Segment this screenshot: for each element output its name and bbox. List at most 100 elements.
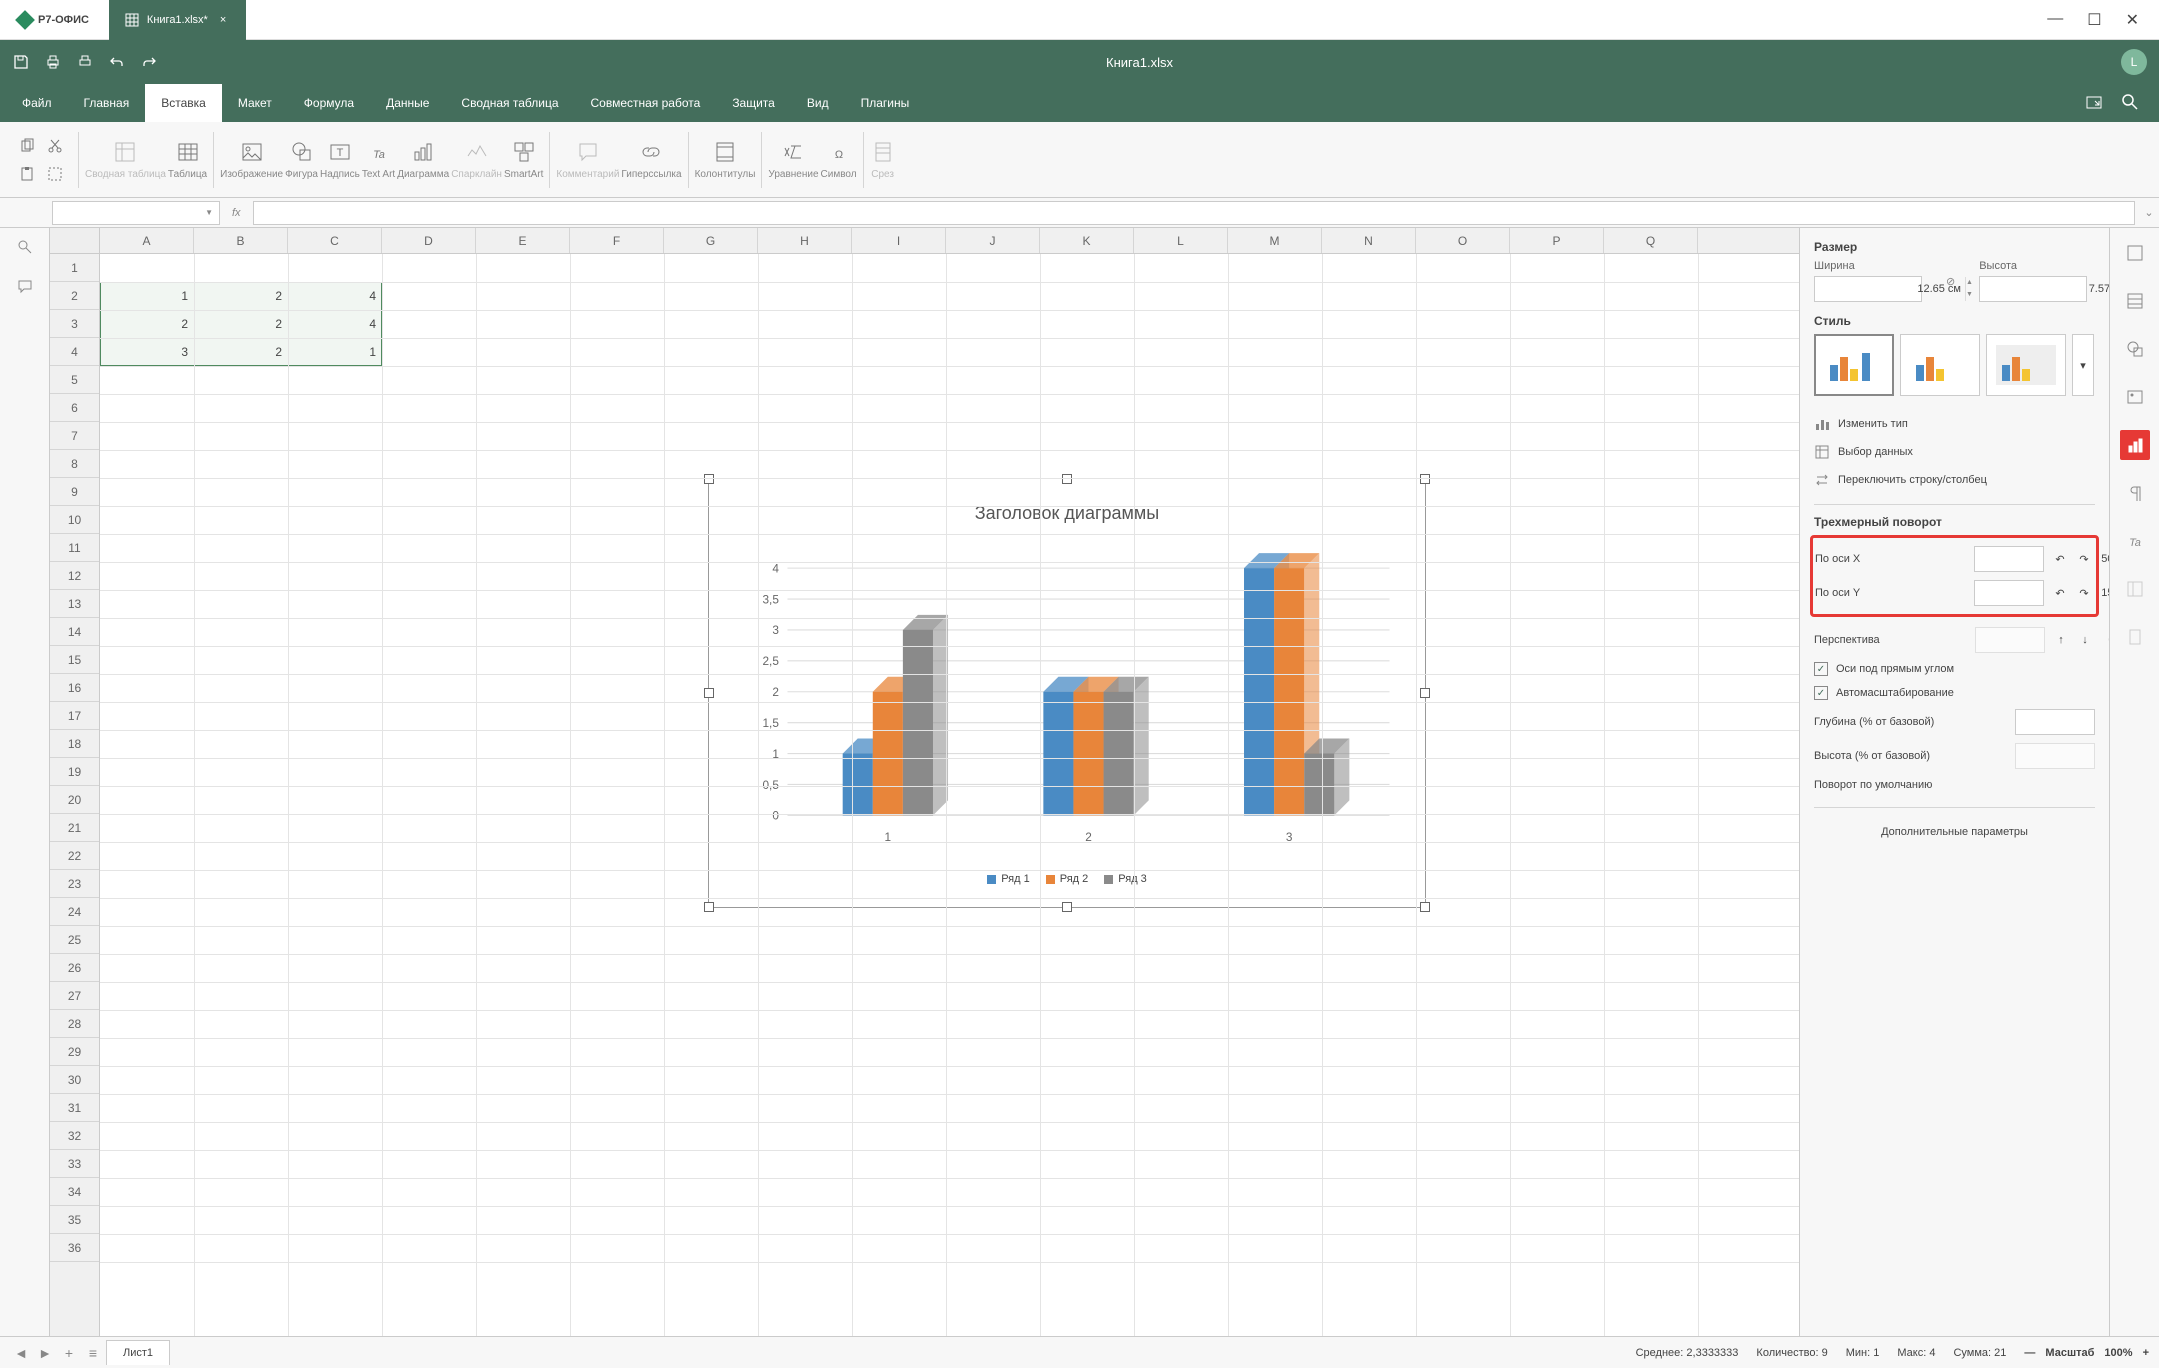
cut-icon[interactable] [46, 137, 64, 155]
axis-x-input[interactable]: ▲▼ [1974, 546, 2044, 572]
col-header[interactable]: M [1228, 228, 1322, 253]
expand-formula-icon[interactable]: ⌄ [2139, 206, 2159, 219]
chart-object[interactable]: Заголовок диаграммы 00,511,522,533,54123… [708, 478, 1426, 908]
cell[interactable]: 1 [100, 282, 194, 310]
cell[interactable]: 2 [194, 338, 288, 366]
switch-link[interactable]: Переключить строку/столбец [1814, 466, 2095, 494]
slicer-settings-icon[interactable] [2120, 622, 2150, 652]
menu-formula[interactable]: Формула [288, 84, 370, 122]
default-rotation-link[interactable]: Поворот по умолчанию [1814, 773, 2095, 797]
row-header[interactable]: 27 [50, 982, 99, 1010]
right-angle-checkbox[interactable]: ✓Оси под прямым углом [1814, 657, 2095, 681]
col-header[interactable]: C [288, 228, 382, 253]
row-header[interactable]: 24 [50, 898, 99, 926]
spreadsheet-grid[interactable]: ABCDEFGHIJKLMNOPQ 1234567891011121314151… [50, 228, 1799, 1336]
sheet-add-icon[interactable]: + [58, 1342, 80, 1364]
row-header[interactable]: 33 [50, 1150, 99, 1178]
depth-input[interactable]: ▲▼ [2015, 709, 2095, 735]
sheet-prev-icon[interactable]: ◄ [10, 1342, 32, 1364]
cell[interactable]: 4 [288, 282, 382, 310]
menu-home[interactable]: Главная [68, 84, 146, 122]
col-header[interactable]: F [570, 228, 664, 253]
menu-layout[interactable]: Макет [222, 84, 288, 122]
cell[interactable]: 2 [194, 310, 288, 338]
table-settings-icon[interactable] [2120, 286, 2150, 316]
open-location-icon[interactable] [2085, 93, 2103, 114]
menu-collab[interactable]: Совместная работа [575, 84, 717, 122]
row-header[interactable]: 16 [50, 674, 99, 702]
smartart-button[interactable]: SmartArt [504, 139, 543, 180]
chart-button[interactable]: Диаграмма [397, 139, 449, 180]
row-header[interactable]: 26 [50, 954, 99, 982]
row-header[interactable]: 36 [50, 1234, 99, 1262]
slicer-button[interactable]: Срез [870, 139, 896, 180]
cell[interactable]: 2 [100, 310, 194, 338]
close-tab-icon[interactable]: × [216, 12, 230, 28]
row-header[interactable]: 32 [50, 1122, 99, 1150]
row-header[interactable]: 28 [50, 1010, 99, 1038]
link-aspect-icon[interactable]: ⊘ [1940, 260, 1961, 302]
row-header[interactable]: 15 [50, 646, 99, 674]
col-header[interactable]: O [1416, 228, 1510, 253]
sheet-tab[interactable]: Лист1 [106, 1340, 170, 1365]
row-header[interactable]: 31 [50, 1094, 99, 1122]
style-more[interactable]: ▾ [2072, 334, 2094, 396]
col-header[interactable]: J [946, 228, 1040, 253]
autoscale-checkbox[interactable]: ✓Автомасштабирование [1814, 681, 2095, 705]
col-header[interactable]: A [100, 228, 194, 253]
row-header[interactable]: 11 [50, 534, 99, 562]
row-header[interactable]: 25 [50, 926, 99, 954]
image-button[interactable]: Изображение [220, 139, 283, 180]
paragraph-settings-icon[interactable] [2120, 478, 2150, 508]
print-icon[interactable] [44, 53, 62, 71]
textbox-button[interactable]: TНадпись [320, 139, 360, 180]
close-window-button[interactable]: ✕ [2126, 10, 2139, 30]
redo-icon[interactable] [140, 53, 158, 71]
row-header[interactable]: 18 [50, 730, 99, 758]
row-header[interactable]: 29 [50, 1038, 99, 1066]
row-header[interactable]: 4 [50, 338, 99, 366]
symbol-button[interactable]: ΩСимвол [821, 139, 857, 180]
row-header[interactable]: 7 [50, 422, 99, 450]
cell[interactable]: 3 [100, 338, 194, 366]
row-header[interactable]: 21 [50, 814, 99, 842]
col-header[interactable]: L [1134, 228, 1228, 253]
search-icon[interactable] [2121, 93, 2139, 114]
comments-panel-icon[interactable] [16, 278, 34, 296]
col-header[interactable]: Q [1604, 228, 1698, 253]
menu-plugins[interactable]: Плагины [845, 84, 926, 122]
sparkline-button[interactable]: Спарклайн [451, 139, 502, 180]
row-header[interactable]: 17 [50, 702, 99, 730]
menu-data[interactable]: Данные [370, 84, 445, 122]
col-header[interactable]: K [1040, 228, 1134, 253]
row-header[interactable]: 2 [50, 282, 99, 310]
menu-insert[interactable]: Вставка [145, 84, 222, 122]
paste-icon[interactable] [18, 165, 36, 183]
sheet-next-icon[interactable]: ► [34, 1342, 56, 1364]
row-header[interactable]: 22 [50, 842, 99, 870]
shape-settings-icon[interactable] [2120, 334, 2150, 364]
name-box[interactable]: ▼ [52, 201, 220, 225]
col-header[interactable]: D [382, 228, 476, 253]
row-header[interactable]: 19 [50, 758, 99, 786]
chart-settings-icon[interactable] [2120, 430, 2150, 460]
row-header[interactable]: 23 [50, 870, 99, 898]
cell[interactable]: 4 [288, 310, 382, 338]
col-header[interactable]: H [758, 228, 852, 253]
col-header[interactable]: I [852, 228, 946, 253]
rotate-x-left-icon[interactable]: ↶ [2050, 549, 2070, 569]
axis-y-input[interactable]: ▲▼ [1974, 580, 2044, 606]
row-header[interactable]: 6 [50, 394, 99, 422]
chart-title[interactable]: Заголовок диаграммы [975, 493, 1159, 540]
style-thumb-1[interactable] [1814, 334, 1894, 396]
col-header[interactable]: B [194, 228, 288, 253]
row-header[interactable]: 34 [50, 1178, 99, 1206]
row-header[interactable]: 20 [50, 786, 99, 814]
document-tab[interactable]: Книга1.xlsx* × [109, 0, 246, 40]
select-all-corner[interactable] [50, 228, 100, 253]
search-panel-icon[interactable] [16, 238, 34, 256]
row-header[interactable]: 30 [50, 1066, 99, 1094]
comment-button[interactable]: Комментарий [556, 139, 619, 180]
style-thumb-3[interactable] [1986, 334, 2066, 396]
cell[interactable]: 1 [288, 338, 382, 366]
